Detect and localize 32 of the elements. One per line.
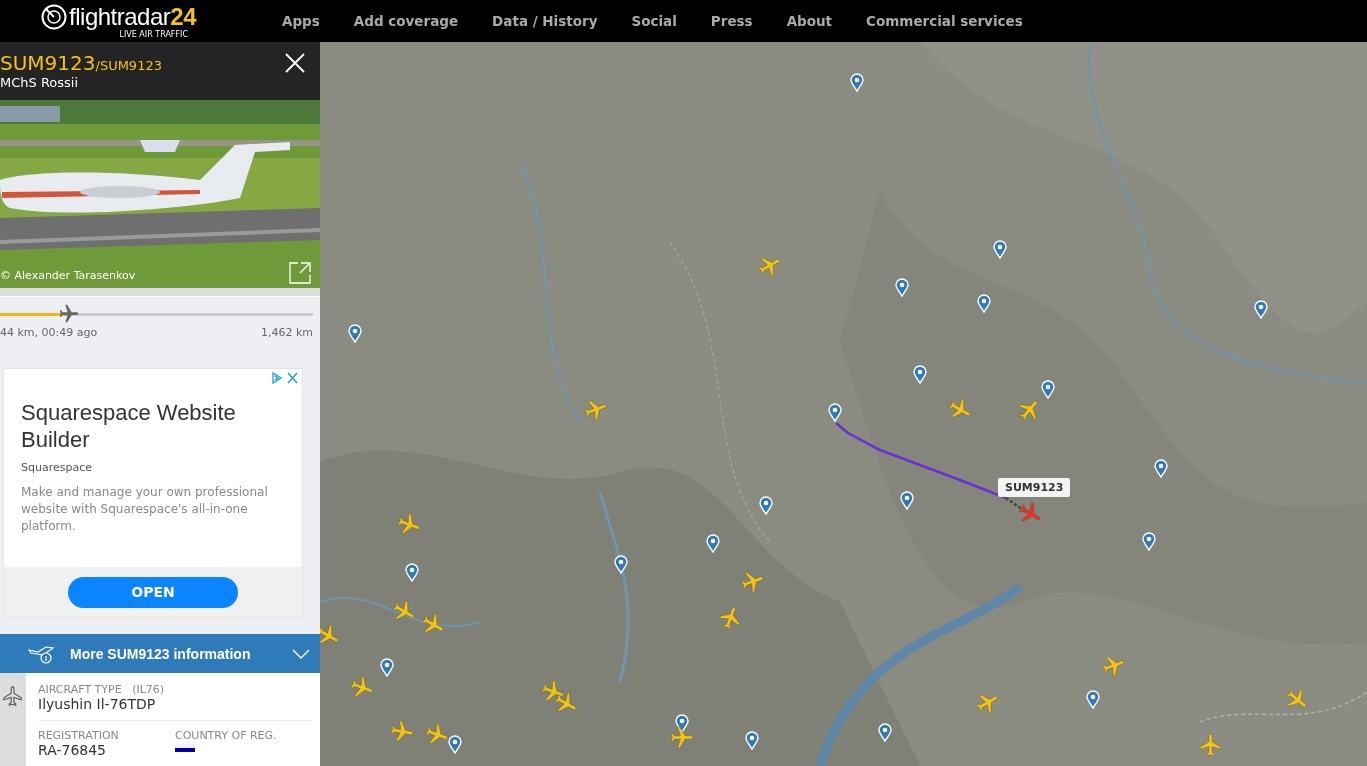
close-icon bbox=[284, 52, 306, 74]
aircraft-type-label: AIRCRAFT TYPE (IL76) bbox=[38, 683, 166, 696]
open-button[interactable]: OPEN bbox=[68, 576, 238, 608]
alt-callsign: /SUM9123 bbox=[95, 58, 162, 73]
flight-callsign: SUM9123 bbox=[0, 51, 96, 75]
plane-info-icon bbox=[28, 643, 56, 664]
logo-wordmark[interactable]: flightradar24 bbox=[69, 4, 196, 29]
radar-logo-icon bbox=[41, 3, 68, 30]
nav-link[interactable]: Commercial services bbox=[866, 13, 1023, 29]
nav-link[interactable]: About bbox=[786, 13, 833, 29]
ad-choices-icon[interactable] bbox=[271, 372, 299, 384]
remaining-distance: 1,462 km bbox=[260, 326, 313, 339]
ad-title: Squarespace Website Builder bbox=[21, 399, 237, 453]
expand-icon[interactable] bbox=[289, 262, 311, 284]
country-label: COUNTRY OF REG. bbox=[175, 729, 278, 742]
elapsed-distance: 44 km, 00:49 ago bbox=[0, 326, 98, 339]
nav-link[interactable]: Data / History bbox=[492, 13, 598, 29]
flag-icon bbox=[175, 744, 195, 752]
nav-link[interactable]: Apps bbox=[282, 13, 320, 29]
plane-icon bbox=[2, 685, 24, 707]
ad-description: Make and manage your own professional website with Squarespace's all-in-one platform. bbox=[21, 484, 269, 535]
nav-link[interactable]: Press bbox=[710, 13, 753, 29]
nav-link[interactable]: Social bbox=[631, 13, 677, 29]
airline-name: MChS Rossii bbox=[0, 75, 80, 90]
aircraft-type-value: Ilyushin Il-76TDP bbox=[38, 696, 157, 712]
photo-credit: © Alexander Tarasenkov bbox=[0, 269, 136, 282]
logo-tagline: LIVE AIR TRAFFIC bbox=[119, 29, 188, 39]
ad-advertiser: Squarespace bbox=[21, 461, 93, 474]
more-info-bar[interactable]: More SUM9123 information bbox=[0, 634, 320, 673]
nav-link[interactable]: Add coverage bbox=[353, 13, 459, 29]
registration-value: RA-76845 bbox=[38, 742, 108, 758]
registration-label: REGISTRATION bbox=[38, 729, 120, 742]
